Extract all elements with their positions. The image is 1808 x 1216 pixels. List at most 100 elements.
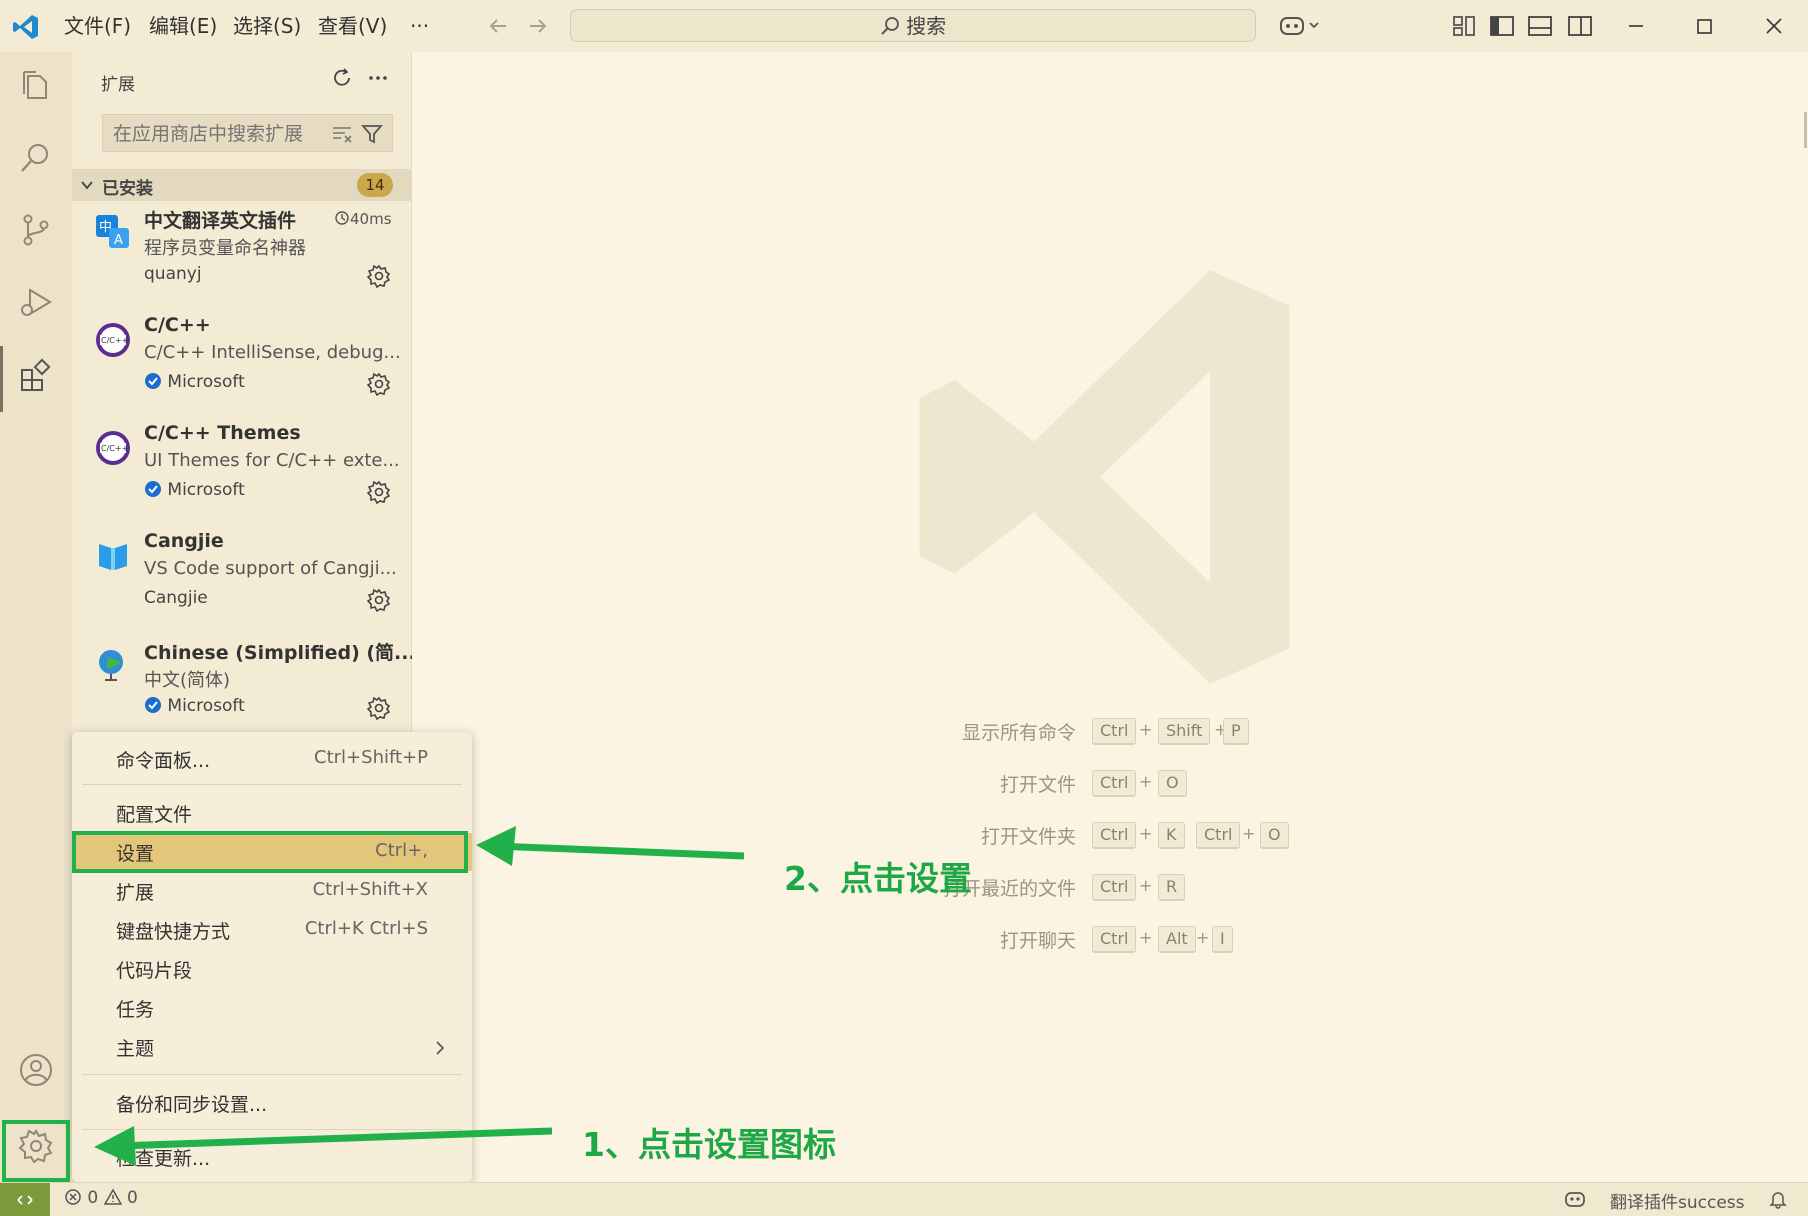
activity-bar [0,52,73,1182]
menu-edit[interactable]: 编辑(E) [149,0,217,52]
cpp-extension-icon: C/C++ [96,323,130,357]
extension-search-input[interactable] [111,115,335,153]
hint-label: 打开文件夹 [980,826,1076,848]
menu-more[interactable]: ··· [410,0,429,52]
scrollbar[interactable] [1804,112,1807,148]
maximize-icon[interactable] [1690,12,1718,40]
close-icon[interactable] [1760,12,1788,40]
menu-view[interactable]: 查看(V) [318,0,387,52]
extension-description: C/C++ IntelliSense, debug... [144,342,401,363]
extension-description: 中文(简体) [144,670,231,691]
manage-context-menu: 命令面板... Ctrl+Shift+P 配置文件 设置 Ctrl+, 扩展 Ctrl… [72,732,472,1182]
refresh-icon[interactable] [330,66,354,90]
problems-indicator[interactable]: 0 0 [64,1188,138,1208]
active-indicator [0,346,3,412]
menu-item-keyboard-shortcuts[interactable]: 键盘快捷方式 Ctrl+K Ctrl+S [72,911,472,949]
forward-arrow-icon[interactable] [526,14,550,38]
run-debug-icon[interactable] [18,284,54,320]
toggle-secondary-sidebar-icon[interactable] [1566,12,1594,40]
extension-settings-gear-icon[interactable] [367,588,391,612]
extension-item[interactable]: Cangjie VS Code support of Cangji... Can… [72,526,411,634]
installed-count-badge: 14 [357,173,393,197]
extension-publisher: Microsoft [144,696,245,716]
annotation-step1: 1、点击设置图标 [582,1125,836,1164]
menu-selection[interactable]: 选择(S) [233,0,301,52]
menu-item-snippets[interactable]: 代码片段 [72,950,472,988]
key-shift: Shift [1158,718,1211,745]
hint-label: 打开聊天 [999,930,1076,952]
menu-item-extensions[interactable]: 扩展 Ctrl+Shift+X [72,872,472,910]
menu-separator [82,1074,462,1075]
minimize-icon[interactable] [1622,12,1650,40]
cangjie-extension-icon [99,544,127,570]
menu-item-command-palette[interactable]: 命令面板... Ctrl+Shift+P [72,740,472,778]
key-ctrl: Ctrl [1092,770,1137,797]
extension-item[interactable]: Chinese (Simplified) (简... 中文(简体) Micros… [72,634,416,742]
customize-layout-icon[interactable] [1450,12,1478,40]
key-ctrl: Ctrl [1196,822,1241,849]
key-plus: + [1139,772,1153,791]
hint-label: 显示所有命令 [961,722,1076,744]
accounts-icon[interactable] [18,1052,54,1088]
extension-settings-gear-icon[interactable] [367,264,391,288]
menu-item-profiles[interactable]: 配置文件 [72,794,472,832]
warning-icon [103,1188,122,1205]
translate-extension-icon: 中A [96,215,129,248]
vscode-logo-icon [13,15,38,39]
sidebar-title: 扩展 [101,75,135,95]
command-center-search[interactable]: 搜索 [570,9,1256,42]
remote-indicator[interactable] [0,1183,50,1216]
menu-item-check-updates[interactable]: 检查更新... [72,1138,472,1176]
toggle-panel-icon[interactable] [1526,12,1554,40]
key-o: O [1260,822,1289,849]
extension-description: 程序员变量命名神器 [144,238,306,259]
copilot-status-icon[interactable] [1564,1189,1586,1209]
menu-file[interactable]: 文件(F) [64,0,131,52]
extension-settings-gear-icon[interactable] [367,372,391,396]
extension-settings-gear-icon[interactable] [367,696,391,720]
menu-item-themes[interactable]: 主题 [72,1028,472,1066]
key-r: R [1158,874,1186,901]
copilot-icon[interactable] [1278,12,1324,40]
key-i: I [1212,926,1233,953]
extension-name: Cangjie [144,530,224,552]
extension-settings-gear-icon[interactable] [367,480,391,504]
notifications-bell-icon[interactable] [1768,1189,1788,1209]
translate-status-text[interactable]: 翻译插件success [1610,1188,1745,1213]
search-label: 搜索 [906,14,947,38]
source-control-icon[interactable] [18,212,54,248]
key-k: K [1158,822,1185,849]
back-arrow-icon[interactable] [486,14,510,38]
key-p: P [1223,718,1249,745]
toggle-primary-sidebar-icon[interactable] [1488,12,1516,40]
key-alt: Alt [1158,926,1196,953]
installed-label: 已安装 [102,179,153,199]
explorer-icon[interactable] [18,68,54,104]
extension-item[interactable]: C/C++ C/C++ Themes UI Themes for C/C++ e… [72,418,411,526]
editor-area: 显示所有命令 Ctrl + Shift + P 打开文件 Ctrl + O 打开… [412,52,1808,1182]
error-icon [65,1189,81,1205]
key-plus: + [1139,720,1153,739]
extension-description: UI Themes for C/C++ exte... [144,450,400,471]
key-plus: + [1139,824,1153,843]
activation-time: 40ms [334,210,392,228]
installed-section-header[interactable]: 已安装 14 [72,169,411,201]
extension-publisher: Microsoft [144,480,245,500]
clear-filter-icon[interactable] [331,124,353,144]
verified-badge-icon [145,697,161,713]
extension-item[interactable]: 中A 中文翻译英文插件 40ms 程序员变量命名神器 quanyj [72,202,411,310]
extension-item[interactable]: C/C++ C/C++ C/C++ IntelliSense, debug...… [72,310,411,418]
menu-item-backup-sync[interactable]: 备份和同步设置... [72,1084,472,1122]
search-view-icon[interactable] [18,140,54,176]
key-ctrl: Ctrl [1092,822,1137,849]
extension-name: Chinese (Simplified) (简... [144,642,416,664]
key-ctrl: Ctrl [1092,718,1137,745]
history-icon [335,211,349,225]
key-plus: + [1139,928,1153,947]
more-actions-icon[interactable] [366,66,390,90]
remote-icon [17,1195,33,1205]
filter-icon[interactable] [361,123,383,145]
extensions-icon[interactable] [18,358,54,394]
menu-item-tasks[interactable]: 任务 [72,989,472,1027]
menu-separator [82,784,462,785]
